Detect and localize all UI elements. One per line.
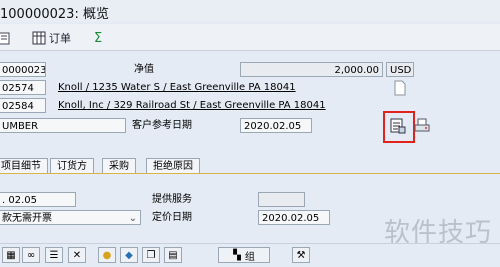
chevron-down-icon: ⌄ — [128, 213, 137, 224]
coin-icon: ● — [102, 249, 112, 261]
bottom-tool-1[interactable]: ▦ — [2, 247, 20, 263]
toolbar: 订单 Σ — [0, 24, 500, 51]
tab-procurement[interactable]: 采购 — [102, 158, 136, 174]
bottom-tool-7[interactable]: ❐ — [142, 247, 160, 263]
sold-to-id-field[interactable]: 02574 — [0, 80, 46, 95]
tab-item-detail[interactable]: 项目细节 — [0, 158, 48, 174]
group-button[interactable]: ▚ 组 — [218, 247, 270, 263]
order-button[interactable]: 订单 — [32, 30, 71, 46]
bottom-divider — [0, 243, 500, 244]
info-icon: ◆ — [125, 249, 133, 261]
doc-detail-icon — [390, 118, 406, 134]
paste-icon: ▤ — [168, 249, 178, 261]
tool-icon: ▦ — [6, 249, 16, 261]
table-icon — [32, 31, 46, 45]
sigma-icon: Σ — [94, 30, 103, 46]
billing-block-select[interactable]: 款无需开票 ⌄ — [0, 210, 141, 225]
net-value-field: 2,000.00 — [240, 62, 383, 77]
cust-ref-date-field[interactable]: 2020.02.05 — [240, 118, 312, 133]
sum-button[interactable]: Σ — [94, 30, 102, 46]
group-label: 组 — [244, 251, 255, 263]
billing-block-value: 款无需开票 — [2, 213, 52, 224]
tab-panel-separator — [0, 173, 500, 174]
hierarchy-icon: ⚒ — [296, 249, 306, 261]
service-label: 提供服务 — [152, 194, 192, 205]
printer-icon — [414, 118, 430, 132]
copy-icon: ❐ — [146, 249, 156, 261]
glasses-icon: ∞ — [26, 249, 36, 261]
display-doc-button[interactable] — [0, 30, 12, 46]
service-field[interactable] — [258, 192, 305, 207]
sold-to-doc-button[interactable] — [392, 80, 408, 96]
bottom-tool-5[interactable]: ● — [98, 247, 116, 263]
tab-rejection-reason[interactable]: 拒绝原因 — [146, 158, 200, 174]
sold-to-address-link[interactable]: Knoll / 1235 Water S / East Greenville P… — [58, 80, 296, 95]
order-label: 订单 — [49, 32, 71, 45]
bottom-tool-3[interactable]: ☰ — [45, 247, 63, 263]
bottom-tool-8[interactable]: ▤ — [164, 247, 182, 263]
header-detail-button[interactable] — [389, 117, 407, 135]
ship-to-address-link[interactable]: Knoll, Inc / 329 Railroad St / East Gree… — [58, 98, 326, 113]
requested-date-field[interactable]: . 02.05 — [0, 192, 76, 207]
delete-icon: ✕ — [72, 249, 82, 261]
window-title: 100000023: 概览 — [0, 7, 109, 22]
print-button[interactable] — [413, 117, 431, 135]
pricing-date-field[interactable]: 2020.02.05 — [258, 210, 330, 225]
net-value-label: 净值 — [134, 64, 154, 75]
document-icon — [0, 32, 10, 45]
bottom-tool-4[interactable]: ✕ — [68, 247, 86, 263]
bottom-tool-2[interactable]: ∞ — [22, 247, 40, 263]
window-title-bar: 100000023: 概览 — [0, 0, 500, 22]
cust-ref-date-label: 客户参考日期 — [132, 120, 192, 131]
list-icon: ☰ — [49, 249, 59, 261]
group-icon: ▚ — [233, 249, 241, 261]
pricing-date-label: 定价日期 — [152, 212, 192, 223]
currency-field: USD — [386, 62, 414, 77]
doc-number-field[interactable]: 0000023 — [0, 62, 46, 77]
bottom-tool-6[interactable]: ◆ — [120, 247, 138, 263]
tab-ordering-party[interactable]: 订货方 — [50, 158, 94, 174]
po-number-field[interactable]: UMBER — [0, 118, 126, 133]
ship-to-id-field[interactable]: 02584 — [0, 98, 46, 113]
bottom-tool-9[interactable]: ⚒ — [292, 247, 310, 263]
blank-doc-icon — [394, 80, 406, 96]
